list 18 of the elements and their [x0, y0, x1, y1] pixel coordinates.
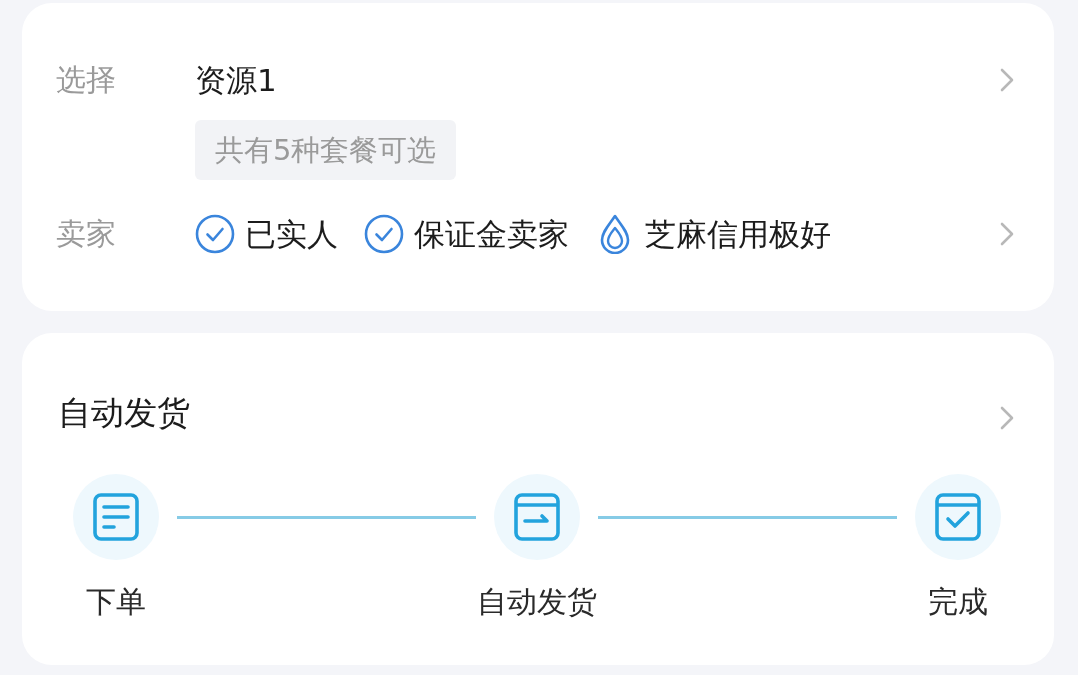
- package-count-tag: 共有5种套餐可选: [195, 120, 457, 180]
- box-check-icon: [915, 474, 1001, 560]
- seller-badge-text: 已实人: [245, 215, 338, 254]
- document-icon: [73, 474, 159, 560]
- check-circle-icon: [364, 214, 404, 254]
- selected-option[interactable]: 资源1: [195, 58, 277, 102]
- field-label: 选择: [56, 61, 117, 99]
- seller-badge-text: 芝麻信用极好: [645, 215, 831, 254]
- section-title: 自动发货: [58, 392, 190, 434]
- step-label: 完成: [928, 583, 988, 621]
- chevron-right-icon[interactable]: [1000, 406, 1014, 430]
- check-circle-icon: [195, 214, 235, 254]
- step-label: 下单: [86, 583, 146, 621]
- chevron-right-icon[interactable]: [1000, 222, 1014, 246]
- seller-badge-text: 保证金卖家: [414, 215, 569, 254]
- field-label: 卖家: [56, 215, 117, 253]
- step-label: 自动发货: [477, 583, 597, 621]
- chevron-right-icon[interactable]: [1000, 68, 1014, 92]
